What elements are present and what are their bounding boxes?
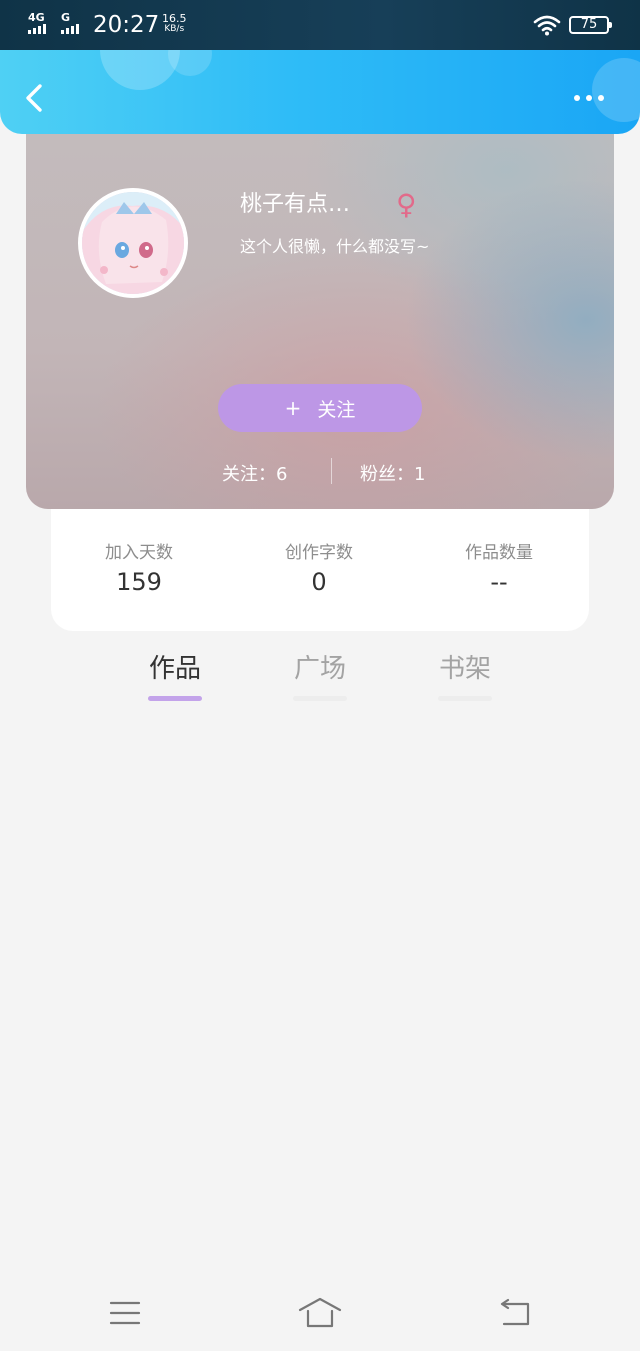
tab-indicator bbox=[293, 696, 347, 701]
more-dots-icon bbox=[574, 95, 580, 101]
home-icon bbox=[298, 1297, 342, 1328]
tab-bookshelf[interactable]: 书架 bbox=[415, 652, 515, 701]
network-speed: 16.5 KB/s bbox=[162, 13, 187, 35]
clock: 20:27 bbox=[93, 12, 160, 38]
battery-indicator: 75 bbox=[569, 16, 612, 34]
stat-label: 加入天数 bbox=[105, 543, 173, 563]
decor-bubble bbox=[168, 50, 212, 76]
bio-text: 这个人很懒，什么都没写~ bbox=[240, 237, 430, 256]
signal-icon bbox=[28, 24, 46, 34]
fans-count[interactable]: 粉丝：1 bbox=[360, 460, 425, 486]
nickname: 桃子有点… bbox=[240, 192, 351, 217]
stat-value: -- bbox=[490, 568, 508, 596]
network-speed-unit: KB/s bbox=[164, 24, 185, 34]
divider bbox=[331, 458, 332, 484]
menu-button[interactable] bbox=[103, 1296, 147, 1330]
stat-value: 159 bbox=[116, 568, 162, 596]
avatar-image bbox=[82, 192, 184, 294]
avatar[interactable] bbox=[78, 188, 188, 298]
network-type-1: 4G bbox=[28, 11, 45, 24]
wifi-icon bbox=[533, 15, 561, 36]
top-header bbox=[0, 50, 640, 134]
network-type-2: G bbox=[61, 11, 71, 24]
status-bar: 4G G 20:27 16.5 KB/s 75 bbox=[0, 0, 640, 50]
stat-label: 创作字数 bbox=[285, 543, 353, 563]
tab-indicator bbox=[438, 696, 492, 701]
battery-level: 75 bbox=[580, 17, 598, 32]
tab-label: 广场 bbox=[293, 654, 346, 684]
chevron-left-icon bbox=[26, 84, 42, 112]
stat-word-count: 创作字数 0 bbox=[229, 542, 409, 598]
back-button[interactable] bbox=[20, 80, 50, 116]
stat-join-days: 加入天数 159 bbox=[49, 542, 229, 598]
tab-square[interactable]: 广场 bbox=[270, 652, 370, 701]
stat-value: 0 bbox=[311, 568, 327, 596]
stat-works-count: 作品数量 -- bbox=[409, 542, 589, 598]
back-arrow-icon bbox=[500, 1298, 530, 1326]
follow-counts: 关注：6 粉丝：1 bbox=[26, 458, 614, 488]
home-button[interactable] bbox=[298, 1296, 342, 1330]
follow-button-label: 关注 bbox=[317, 398, 356, 421]
system-nav-bar bbox=[0, 1276, 640, 1351]
tab-indicator bbox=[148, 696, 202, 701]
back-nav-button[interactable] bbox=[494, 1296, 538, 1330]
tab-label: 书架 bbox=[438, 654, 491, 684]
more-dots-icon bbox=[598, 95, 604, 101]
more-dots-icon bbox=[586, 95, 592, 101]
stat-label: 作品数量 bbox=[465, 543, 533, 563]
following-count[interactable]: 关注：6 bbox=[222, 460, 287, 486]
tab-works[interactable]: 作品 bbox=[125, 652, 225, 701]
more-options-button[interactable] bbox=[574, 88, 614, 108]
stats-card: 加入天数 159 创作字数 0 作品数量 -- bbox=[51, 500, 589, 631]
profile-card: 桃子有点… ♀ 这个人很懒，什么都没写~ + 关注 关注：6 粉丝：1 bbox=[26, 110, 614, 509]
menu-icon bbox=[109, 1301, 141, 1325]
tab-label: 作品 bbox=[148, 654, 201, 684]
plus-icon: + bbox=[284, 396, 302, 420]
signal-icon bbox=[61, 24, 79, 34]
female-gender-icon: ♀ bbox=[396, 188, 417, 221]
follow-button[interactable]: + 关注 bbox=[218, 384, 422, 432]
